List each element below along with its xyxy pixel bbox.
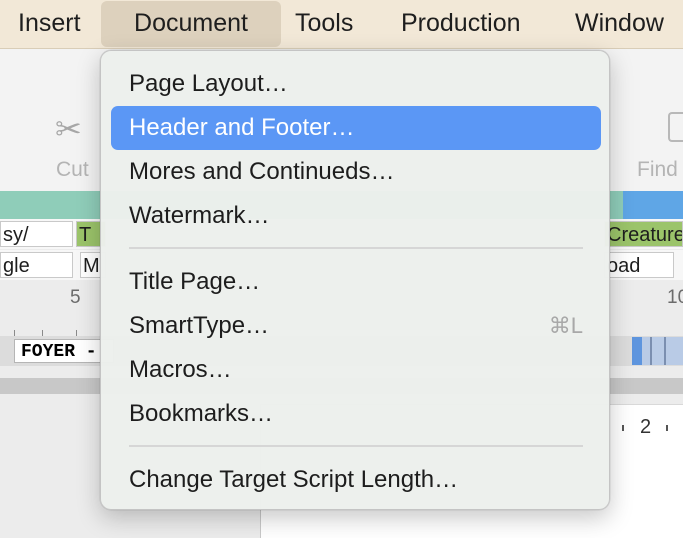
shortcut-label: ⌘L — [548, 313, 583, 338]
menu-separator — [129, 247, 583, 249]
menu-item-page-layout[interactable]: Page Layout… — [111, 62, 601, 106]
menu-item-label: Mores and Continueds… — [129, 158, 395, 185]
document-menu: Page Layout… Header and Footer… Mores an… — [100, 50, 610, 510]
menu-item-macros[interactable]: Macros… — [111, 348, 601, 392]
cut-label[interactable]: Cut — [56, 158, 89, 182]
menu-window[interactable]: Window — [575, 0, 664, 46]
menu-document[interactable]: Document — [101, 1, 281, 47]
menu-bar: Insert Document Tools Production Window — [0, 0, 683, 49]
menu-item-header-and-footer[interactable]: Header and Footer… — [111, 106, 601, 150]
scene-marker[interactable] — [632, 337, 642, 365]
menu-item-label: Title Page… — [129, 268, 261, 295]
card-cell[interactable]: sy/ — [0, 221, 73, 247]
menu-item-bookmarks[interactable]: Bookmarks… — [111, 392, 601, 436]
menu-item-label: Macros… — [129, 356, 232, 383]
ruler-number: 5 — [70, 287, 81, 308]
menu-item-label: Bookmarks… — [129, 400, 274, 427]
menu-item-label: SmartType… — [129, 312, 270, 339]
menu-item-label: Header and Footer… — [129, 114, 355, 141]
card-cell[interactable]: gle — [0, 252, 73, 278]
menu-insert[interactable]: Insert — [18, 0, 81, 46]
page-marker — [666, 425, 668, 431]
page-number: 2 — [640, 416, 652, 438]
menu-item-mores-and-continueds[interactable]: Mores and Continueds… — [111, 150, 601, 194]
menu-tools[interactable]: Tools — [295, 0, 353, 46]
ruler-number: 10 — [667, 287, 683, 308]
scene-markers — [632, 337, 683, 365]
menu-item-smarttype[interactable]: SmartType… ⌘L — [111, 304, 601, 348]
menu-item-label: Watermark… — [129, 202, 270, 229]
menu-item-label: Change Target Script Length… — [129, 466, 459, 493]
menu-item-title-page[interactable]: Title Page… — [111, 260, 601, 304]
menu-item-watermark[interactable]: Watermark… — [111, 194, 601, 238]
scene-marker[interactable] — [650, 337, 652, 365]
scissors-icon[interactable]: ✂ — [55, 110, 82, 148]
menu-separator — [129, 445, 583, 447]
scene-heading-chip[interactable]: FOYER - — [14, 339, 114, 363]
menu-item-label: Page Layout… — [129, 70, 288, 97]
card-cell[interactable]: Creature — [604, 221, 683, 247]
find-icon[interactable] — [668, 112, 683, 142]
find-label[interactable]: Find — [637, 158, 678, 182]
scene-marker[interactable] — [664, 337, 666, 365]
outline-strip-blue — [623, 191, 683, 219]
menu-production[interactable]: Production — [401, 0, 521, 46]
card-cell[interactable]: oad — [604, 252, 674, 278]
menu-item-change-target-script-length[interactable]: Change Target Script Length… — [111, 458, 601, 502]
page-marker — [622, 425, 624, 431]
